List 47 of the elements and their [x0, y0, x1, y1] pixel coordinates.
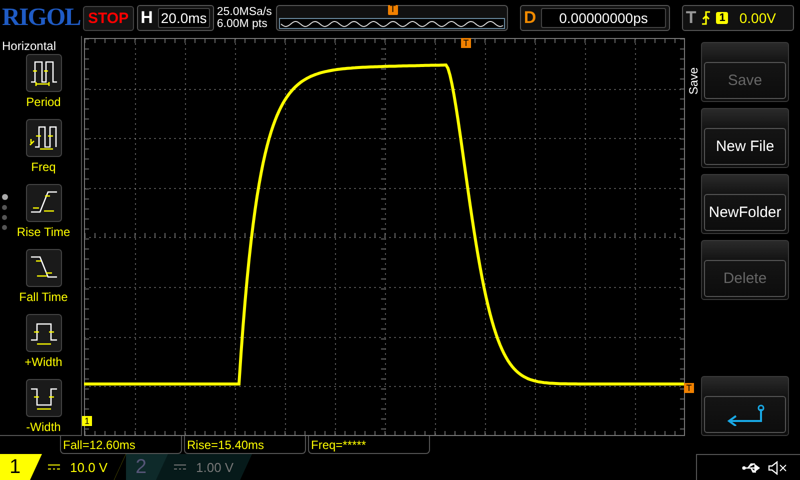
delay-panel[interactable]: D 0.00000000ps	[520, 5, 670, 31]
positive-pulse-icon	[26, 314, 62, 352]
menu-title: Save	[686, 67, 701, 95]
timebase-label: H	[140, 8, 153, 28]
menu-title: Horizontal	[1, 38, 58, 54]
channel-number: 2	[134, 456, 148, 478]
trigger-label: T	[686, 8, 696, 28]
channel-marker: 1	[82, 416, 92, 426]
speaker-muted-icon	[768, 460, 788, 474]
delay-value: 0.00000000ps	[541, 8, 666, 28]
falling-edge-icon	[26, 249, 62, 287]
return-arrow-icon	[725, 404, 765, 426]
usb-icon	[742, 462, 762, 474]
channel-tab[interactable]: 2 1.00 V	[126, 454, 252, 480]
measurement-button[interactable]: Period	[8, 54, 78, 118]
rising-edge-icon	[26, 184, 62, 222]
channel-scale: 1.00 V	[196, 460, 234, 474]
trigger-level-marker: T	[684, 383, 694, 393]
sample-rate: 25.0MSa/s	[216, 6, 273, 18]
dc-coupling-icon	[174, 463, 186, 471]
measurement-button[interactable]: +Width	[8, 314, 78, 378]
softkey-button[interactable]: New File	[701, 108, 789, 168]
measurement-readout: Freq=*****	[308, 436, 430, 454]
measurement-button[interactable]: Rise Time	[8, 184, 78, 248]
trigger-position-marker: T	[461, 38, 471, 48]
delay-label: D	[524, 8, 536, 28]
measurement-button[interactable]: Fall Time	[8, 249, 78, 313]
channel-tab[interactable]: 1 10.0 V	[0, 454, 126, 480]
timebase-panel[interactable]: H 20.0ms	[136, 5, 214, 31]
pulse-frequency-icon	[26, 119, 62, 157]
measurement-button[interactable]: Freq	[8, 119, 78, 183]
trigger-position-marker: T	[388, 5, 398, 15]
trigger-level: 0.00V	[739, 10, 776, 26]
channel-scale: 10.0 V	[70, 460, 108, 474]
trigger-source-badge: 1	[716, 12, 728, 24]
trigger-panel[interactable]: T 1 0.00V	[682, 5, 794, 31]
back-button[interactable]	[701, 376, 789, 436]
softkey-button[interactable]: NewFolder	[701, 174, 789, 234]
run-stop-button[interactable]: STOP	[83, 6, 134, 30]
brand-logo: RIGOL	[2, 4, 80, 32]
negative-pulse-icon	[26, 379, 62, 417]
rising-edge-icon	[701, 11, 712, 25]
channel-number: 1	[8, 456, 22, 478]
timebase-value: 20.0ms	[158, 8, 210, 28]
pulse-period-icon	[26, 54, 62, 92]
memory-depth: 6.00M pts	[216, 18, 268, 30]
dc-coupling-icon	[48, 463, 60, 471]
